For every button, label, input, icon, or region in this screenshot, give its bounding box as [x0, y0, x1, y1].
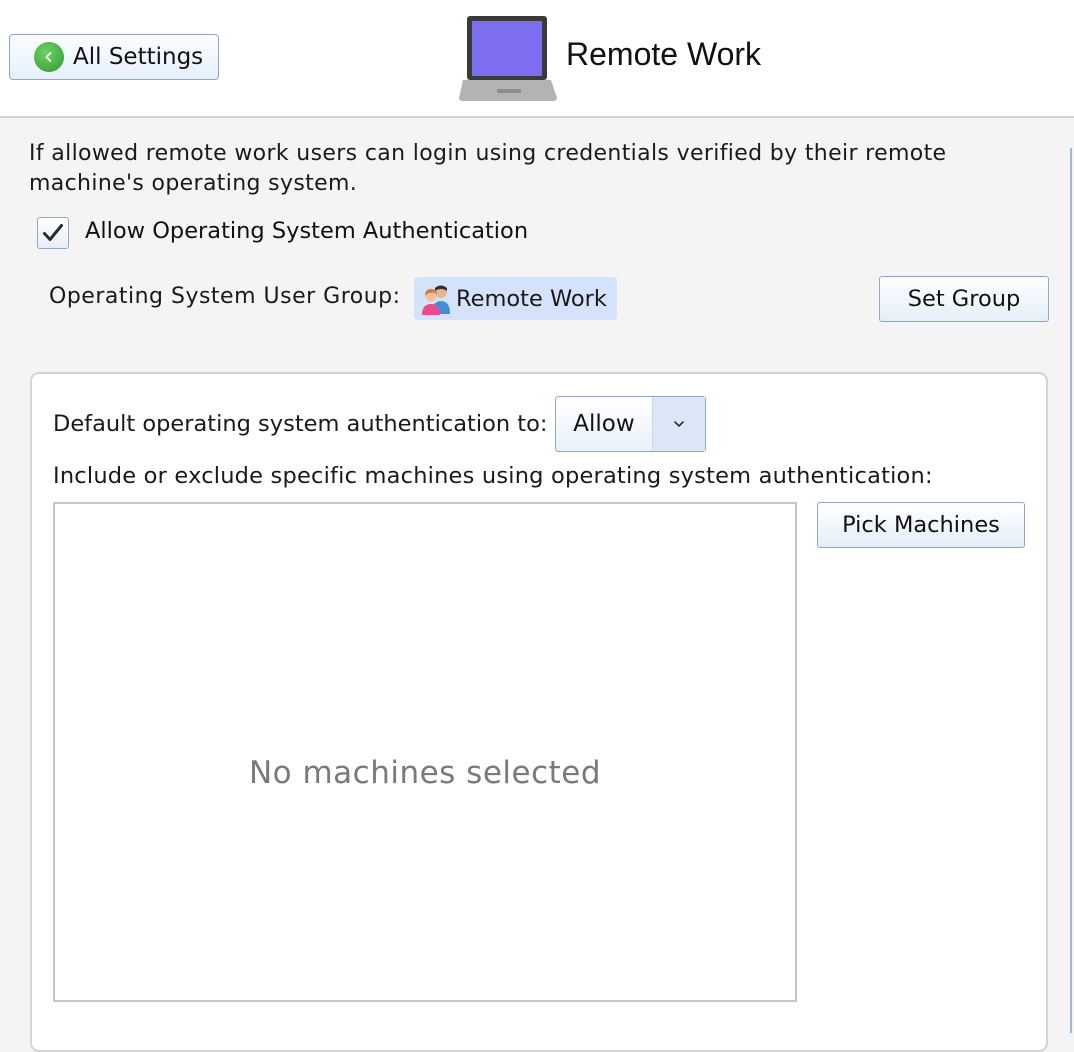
- include-machines-label: Include or exclude specific machines usi…: [53, 463, 933, 489]
- user-group-label: Operating System User Group:: [49, 284, 401, 309]
- user-group-icon: [422, 285, 450, 315]
- description-text: If allowed remote work users can login u…: [29, 141, 947, 196]
- user-group-value: Remote Work: [456, 285, 607, 312]
- pick-machines-button[interactable]: Pick Machines: [817, 502, 1025, 548]
- header-bar: All Settings Remote Work: [0, 0, 1074, 118]
- user-group-chip[interactable]: Remote Work: [414, 277, 617, 320]
- all-settings-button[interactable]: All Settings: [9, 34, 219, 80]
- set-group-button[interactable]: Set Group: [879, 276, 1049, 322]
- allow-os-auth-label[interactable]: Allow Operating System Authentication: [85, 218, 528, 244]
- default-auth-label: Default operating system authentication …: [53, 411, 548, 437]
- page-title: Remote Work: [566, 36, 762, 72]
- allow-os-auth-checkbox[interactable]: [37, 217, 69, 249]
- empty-list-text: No machines selected: [248, 755, 602, 791]
- machine-list[interactable]: No machines selected: [53, 502, 797, 1002]
- all-settings-label: All Settings: [73, 44, 204, 70]
- checkmark-icon: [43, 224, 63, 241]
- chevron-down-icon: [652, 397, 705, 451]
- back-arrow-icon: [34, 42, 64, 72]
- laptop-icon: [459, 16, 557, 101]
- scroll-edge: [1070, 148, 1072, 1033]
- default-auth-value: Allow: [573, 411, 635, 437]
- default-auth-select[interactable]: Allow: [555, 396, 706, 452]
